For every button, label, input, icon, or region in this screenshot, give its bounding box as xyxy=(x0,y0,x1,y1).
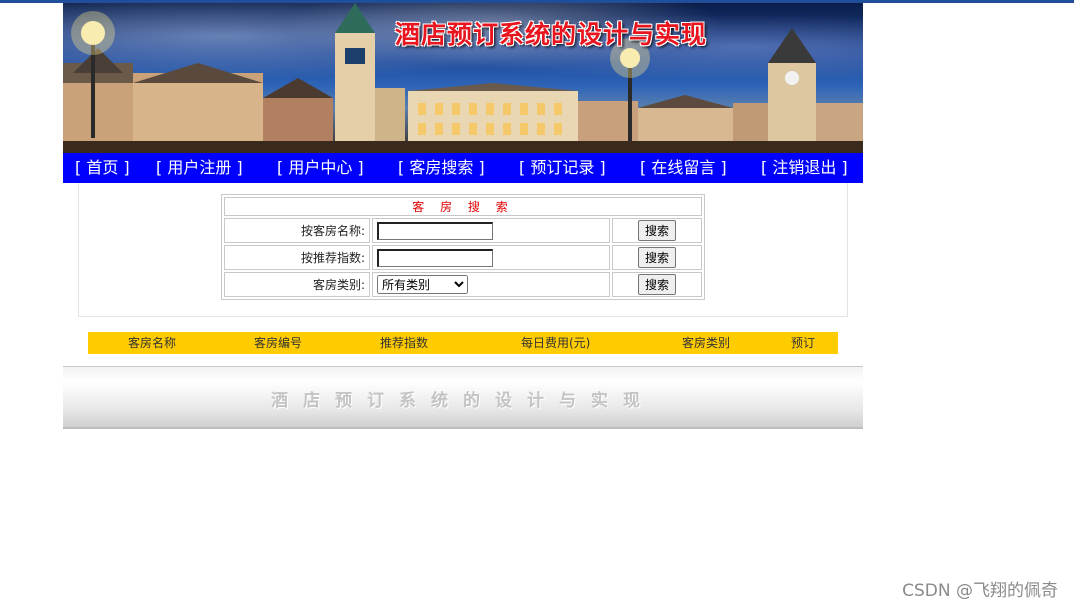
search-by-name-button[interactable]: 搜索 xyxy=(637,220,676,241)
watermark: CSDN @飞翔的佩奇 xyxy=(902,581,1058,601)
footer-banner: 酒店预订系统的设计与实现 xyxy=(63,366,863,429)
rating-label: 按推荐指数: xyxy=(224,245,370,270)
room-name-input[interactable] xyxy=(377,221,493,240)
room-search-form: 客 房 搜 索 按客房名称: 搜索 按推荐指数: 搜索 客房类别: 所有类别 搜… xyxy=(221,194,705,300)
col-room-number: 客房编号 xyxy=(254,336,303,350)
category-select[interactable]: 所有类别 xyxy=(377,275,468,294)
col-rating: 推荐指数 xyxy=(380,336,429,350)
col-room-name: 客房名称 xyxy=(128,336,177,350)
col-daily-fee: 每日费用(元) xyxy=(521,336,591,350)
search-by-category-button[interactable]: 搜索 xyxy=(637,274,676,295)
nav-home[interactable]: [ 首页 ] xyxy=(75,153,130,183)
nav-user-center[interactable]: [ 用户中心 ] xyxy=(277,153,364,183)
nav-booking-records[interactable]: [ 预订记录 ] xyxy=(519,153,606,183)
search-form-title: 客 房 搜 索 xyxy=(224,197,702,216)
results-header-row: 客房名称 客房编号 推荐指数 每日费用(元) 客房类别 预订 xyxy=(88,332,838,354)
rating-input[interactable] xyxy=(377,248,493,267)
col-category: 客房类别 xyxy=(682,336,731,350)
footer-title: 酒店预订系统的设计与实现 xyxy=(271,391,655,411)
banner-title: 酒店预订系统的设计与实现 xyxy=(395,20,708,49)
search-by-rating-button[interactable]: 搜索 xyxy=(637,247,676,268)
page-container: 酒店预订系统的设计与实现 xyxy=(63,3,863,153)
nav-room-search[interactable]: [ 客房搜索 ] xyxy=(398,153,485,183)
nav-register[interactable]: [ 用户注册 ] xyxy=(156,153,243,183)
category-label: 客房类别: xyxy=(224,272,370,297)
nav-message-board[interactable]: [ 在线留言 ] xyxy=(640,153,727,183)
header-banner: 酒店预订系统的设计与实现 xyxy=(63,3,863,153)
col-book: 预订 xyxy=(791,336,816,350)
room-name-label: 按客房名称: xyxy=(224,218,370,243)
nav-logout[interactable]: [ 注销退出 ] xyxy=(761,153,848,183)
